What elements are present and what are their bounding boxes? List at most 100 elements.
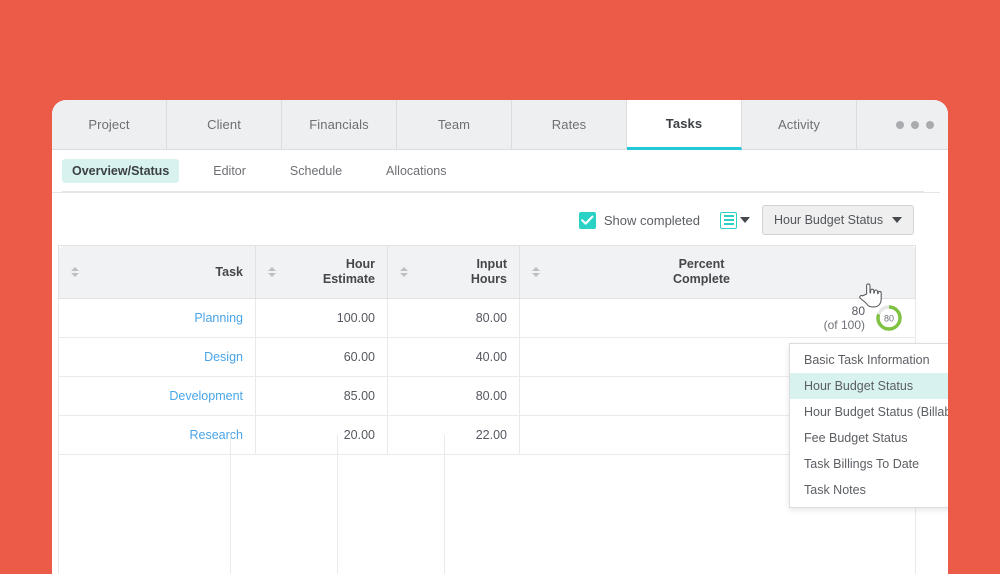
subtab-allocations[interactable]: Allocations: [376, 159, 456, 183]
cell-input-hours: 80.00: [387, 298, 520, 338]
menu-item-label: Basic Task Information: [804, 353, 930, 367]
cell-hour-estimate: 60.00: [255, 337, 388, 377]
column-label: Hour Estimate: [282, 257, 375, 287]
sort-icon[interactable]: [71, 267, 79, 277]
cell-task: Design: [58, 337, 256, 377]
subtab-label: Editor: [213, 164, 246, 178]
tab-tasks[interactable]: Tasks: [627, 100, 742, 150]
tab-overflow-menu[interactable]: [857, 100, 948, 149]
menu-item-label: Hour Budget Status: [804, 379, 914, 393]
list-icon: [720, 211, 737, 229]
table-row[interactable]: Development 85.00 80.00 80 (of 85) 94: [58, 376, 916, 416]
column-label: Percent Complete: [546, 257, 857, 287]
percent-of: (of 100): [823, 318, 865, 332]
subtab-label: Schedule: [289, 164, 343, 178]
column-label: Input Hours: [414, 257, 507, 287]
tab-label: Client: [207, 117, 241, 132]
menu-item-task-notes[interactable]: Task Notes: [790, 477, 948, 503]
table-row[interactable]: Research 20.00 22.00 22 (of 20) +10: [58, 415, 916, 455]
menu-item-label: Task Notes: [804, 483, 866, 497]
menu-item-basic-task-information[interactable]: Basic Task Information: [790, 347, 948, 373]
column-label-line1: Input: [476, 257, 507, 271]
subtab-label: Overview/Status: [72, 164, 170, 178]
subtab-editor[interactable]: Editor: [203, 159, 256, 183]
column-label-line2: Estimate: [322, 272, 375, 286]
column-label-line1: Percent: [678, 257, 725, 271]
menu-item-label: Hour Budget Status (Billable): [804, 405, 948, 419]
percent-values: 80 (of 100): [824, 304, 865, 332]
sort-icon[interactable]: [532, 267, 540, 277]
task-table-head: Task Hour Estimate Input Hours Percent C…: [58, 245, 916, 299]
cell-hour-estimate: 20.00: [255, 415, 388, 455]
task-link[interactable]: Research: [190, 428, 244, 442]
percent-value: 80: [851, 304, 865, 318]
sub-tab-bar: Overview/Status Editor Schedule Allocati…: [52, 150, 940, 193]
view-select-value: Hour Budget Status: [774, 213, 884, 227]
caret-down-icon: [892, 217, 902, 223]
tab-client[interactable]: Client: [167, 100, 282, 149]
column-label-line2: Complete: [673, 272, 730, 286]
task-link[interactable]: Planning: [194, 311, 243, 325]
tab-rates[interactable]: Rates: [512, 100, 627, 149]
donut-chart: 80: [876, 305, 902, 331]
column-picker-button[interactable]: [720, 211, 750, 229]
tab-label: Rates: [551, 117, 587, 132]
column-header-percent-complete[interactable]: Percent Complete: [519, 245, 916, 299]
table-toolbar: Show completed Hour Budget Status: [52, 193, 948, 247]
table-empty-area: [58, 435, 916, 574]
tab-activity[interactable]: Activity: [742, 100, 857, 149]
menu-item-label: Fee Budget Status: [804, 431, 908, 445]
cell-input-hours: 40.00: [387, 337, 520, 377]
subtab-overview-status[interactable]: Overview/Status: [62, 159, 180, 183]
column-header-hour-estimate[interactable]: Hour Estimate: [255, 245, 388, 299]
task-table-body: Planning 100.00 80.00 80 (of 100) 80 Des…: [58, 298, 916, 455]
cell-input-hours: 22.00: [387, 415, 520, 455]
donut-label: 80: [884, 314, 894, 324]
tab-label: Tasks: [665, 116, 703, 131]
column-label: Task: [215, 264, 243, 279]
cell-task: Development: [58, 376, 256, 416]
app-card: Project Client Financials Team Rates Tas…: [52, 100, 948, 574]
menu-item-hour-budget-status-billable[interactable]: Hour Budget Status (Billable): [790, 399, 948, 425]
task-link[interactable]: Development: [169, 389, 243, 403]
check-icon: [581, 215, 594, 225]
task-link[interactable]: Design: [204, 350, 243, 364]
menu-item-fee-budget-status[interactable]: Fee Budget Status: [790, 425, 948, 451]
cell-task: Planning: [58, 298, 256, 338]
cell-percent-complete: 80 (of 100) 80: [519, 298, 916, 338]
table-header-row: Task Hour Estimate Input Hours Percent C…: [58, 245, 916, 299]
view-select[interactable]: Hour Budget Status: [762, 205, 914, 235]
cell-hour-estimate: 85.00: [255, 376, 388, 416]
column-header-input-hours[interactable]: Input Hours: [387, 245, 520, 299]
tab-financials[interactable]: Financials: [282, 100, 397, 149]
tab-label: Team: [437, 117, 471, 132]
tab-label: Project: [88, 117, 130, 132]
show-completed-toggle[interactable]: Show completed: [578, 211, 700, 229]
cell-hour-estimate: 100.00: [255, 298, 388, 338]
sort-icon[interactable]: [268, 267, 276, 277]
caret-down-icon: [740, 217, 750, 223]
show-completed-checkbox[interactable]: [578, 211, 596, 229]
table-row[interactable]: Planning 100.00 80.00 80 (of 100) 80: [58, 298, 916, 338]
tab-label: Financials: [309, 117, 369, 132]
tab-project[interactable]: Project: [52, 100, 167, 149]
table-row[interactable]: Design 60.00 40.00 40 (of 60) 67: [58, 337, 916, 377]
ellipsis-icon: [896, 120, 934, 129]
subtab-schedule[interactable]: Schedule: [280, 159, 352, 183]
tab-label: Activity: [778, 117, 820, 132]
subtab-label: Allocations: [386, 164, 447, 178]
task-table: Task Hour Estimate Input Hours Percent C…: [58, 245, 916, 455]
menu-item-task-billings-to-date[interactable]: Task Billings To Date: [790, 451, 948, 477]
primary-tab-bar: Project Client Financials Team Rates Tas…: [52, 100, 948, 150]
menu-item-label: Task Billings To Date: [804, 457, 920, 471]
view-options-menu[interactable]: Basic Task Information Hour Budget Statu…: [789, 343, 948, 508]
cell-input-hours: 80.00: [387, 376, 520, 416]
show-completed-label: Show completed: [603, 212, 700, 228]
column-label-line1: Hour: [345, 257, 375, 271]
column-header-task[interactable]: Task: [58, 245, 256, 299]
tab-team[interactable]: Team: [397, 100, 512, 149]
cell-task: Research: [58, 415, 256, 455]
sort-icon[interactable]: [400, 267, 408, 277]
column-label-line2: Hours: [470, 272, 507, 286]
menu-item-hour-budget-status[interactable]: Hour Budget Status: [790, 373, 948, 399]
